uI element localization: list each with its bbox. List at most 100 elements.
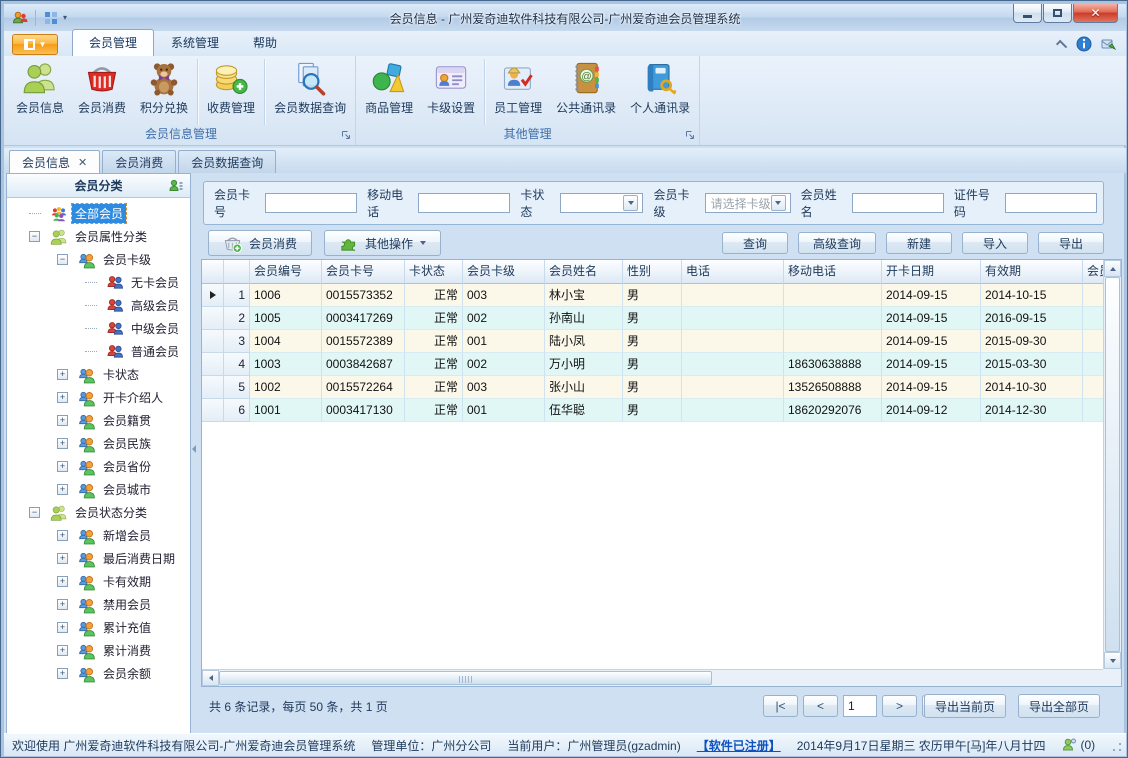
tree-expander[interactable]: + xyxy=(55,530,78,541)
filter-input-会员卡号[interactable] xyxy=(265,193,358,213)
tree-item-会员状态分类[interactable]: − 会员状态分类 xyxy=(7,501,190,524)
column-header-有效期[interactable]: 有效期 xyxy=(981,260,1083,284)
tree-expander[interactable]: + xyxy=(55,484,78,495)
scroll-down-button[interactable] xyxy=(1104,652,1121,669)
tree-item-新增会员[interactable]: + 新增会员 xyxy=(7,524,190,547)
collapse-node-icon[interactable]: − xyxy=(57,254,68,265)
column-header-会员卡级[interactable]: 会员卡级 xyxy=(463,260,545,284)
ribbon-tab-帮助[interactable]: 帮助 xyxy=(236,29,294,56)
expand-node-icon[interactable]: + xyxy=(57,369,68,380)
tree-expander[interactable]: − xyxy=(27,507,50,518)
action-button-导出[interactable]: 导出 xyxy=(1038,232,1104,254)
tree-item-会员省份[interactable]: + 会员省份 xyxy=(7,455,190,478)
user-list-icon[interactable] xyxy=(168,178,184,194)
tree-expander[interactable]: + xyxy=(55,599,78,610)
tree-expander[interactable]: + xyxy=(55,369,78,380)
tree-expander[interactable]: + xyxy=(55,415,78,426)
column-header-电话[interactable]: 电话 xyxy=(682,260,784,284)
feedback-icon[interactable] xyxy=(1100,36,1117,52)
page-number-input[interactable] xyxy=(843,695,877,717)
filter-input-会员姓名[interactable] xyxy=(851,193,944,213)
expand-node-icon[interactable]: + xyxy=(57,645,68,656)
table-row[interactable]: 5 1002 0015572264 正常 003 张小山男 13526508888 2014-… xyxy=(202,376,1103,399)
filter-input-证件号码[interactable] xyxy=(1005,193,1097,213)
tree-expander[interactable]: + xyxy=(55,668,78,679)
expand-node-icon[interactable]: + xyxy=(57,668,68,679)
ribbon-button-卡级设置[interactable]: 卡级设置 xyxy=(420,57,482,127)
action-button-查询[interactable]: 查询 xyxy=(721,232,788,254)
tree-item-累计充值[interactable]: + 累计充值 xyxy=(7,616,190,639)
splitter-collapse-arrow[interactable] xyxy=(192,445,196,453)
tree-expander[interactable]: + xyxy=(55,553,78,564)
table-row[interactable]: 2 1005 0003417269 正常 002 孙南山男 2014-09-15 2016-0… xyxy=(202,307,1103,330)
column-header-移动电话[interactable]: 移动电话 xyxy=(784,260,882,284)
column-header-性别[interactable]: 性别 xyxy=(623,260,682,284)
export-all-pages-button[interactable]: 导出全部页 xyxy=(1018,694,1101,718)
expand-node-icon[interactable]: + xyxy=(57,622,68,633)
expand-node-icon[interactable]: + xyxy=(57,530,68,541)
resize-grip[interactable] xyxy=(1112,742,1122,752)
expand-node-icon[interactable]: + xyxy=(57,461,68,472)
chevron-down-icon[interactable] xyxy=(770,195,786,211)
action-button-新建[interactable]: 新建 xyxy=(886,232,952,254)
vertical-scrollbar[interactable] xyxy=(1103,260,1121,669)
column-header-会员卡号[interactable]: 会员卡号 xyxy=(322,260,405,284)
tree-item-中级会员[interactable]: 中级会员 xyxy=(7,317,190,340)
scroll-up-button[interactable] xyxy=(1104,260,1121,277)
table-row[interactable]: 3 1004 0015572389 正常 001 陆小凤男 2014-09-15 2015-0… xyxy=(202,330,1103,353)
column-header-卡状态[interactable]: 卡状态 xyxy=(405,260,463,284)
horizontal-scroll-thumb[interactable] xyxy=(219,671,712,685)
expand-node-icon[interactable]: + xyxy=(57,576,68,587)
expand-node-icon[interactable]: + xyxy=(57,392,68,403)
column-header-会员姓名[interactable]: 会员姓名 xyxy=(545,260,623,284)
tree-item-卡有效期[interactable]: + 卡有效期 xyxy=(7,570,190,593)
tree-item-全部会员[interactable]: 全部会员 xyxy=(7,202,190,225)
table-row[interactable]: 6 1001 0003417130 正常 001 伍华聪男 18620292076 2014-… xyxy=(202,399,1103,422)
chevron-down-icon[interactable] xyxy=(623,195,639,211)
collapse-node-icon[interactable]: − xyxy=(29,231,40,242)
tree-expander[interactable]: − xyxy=(27,231,50,242)
tree-expander[interactable]: − xyxy=(55,254,78,265)
ribbon-button-商品管理[interactable]: 商品管理 xyxy=(358,57,420,127)
expand-node-icon[interactable]: + xyxy=(57,415,68,426)
tree-item-会员城市[interactable]: + 会员城市 xyxy=(7,478,190,501)
filter-select-会员卡级[interactable]: 请选择卡级 xyxy=(704,193,791,213)
dialog-launcher-icon[interactable] xyxy=(685,130,696,141)
tree-item-累计消费[interactable]: + 累计消费 xyxy=(7,639,190,662)
tree-item-会员属性分类[interactable]: − 会员属性分类 xyxy=(7,225,190,248)
expand-node-icon[interactable]: + xyxy=(57,553,68,564)
registered-link[interactable]: 【软件已注册】 xyxy=(697,737,781,754)
prev-page-button[interactable]: < xyxy=(803,695,838,717)
ribbon-button-积分兑换[interactable]: 积分兑换 xyxy=(133,57,195,127)
tree-expander[interactable]: + xyxy=(55,438,78,449)
tree-item-最后消费日期[interactable]: + 最后消费日期 xyxy=(7,547,190,570)
ribbon-button-个人通讯录[interactable]: 个人通讯录 xyxy=(623,57,697,127)
tree-item-开卡介绍人[interactable]: + 开卡介绍人 xyxy=(7,386,190,409)
tree-item-会员籍贯[interactable]: + 会员籍贯 xyxy=(7,409,190,432)
tree-item-无卡会员[interactable]: 无卡会员 xyxy=(7,271,190,294)
ribbon-button-公共通讯录[interactable]: @ 公共通讯录 xyxy=(549,57,623,127)
ribbon-button-员工管理[interactable]: 员工管理 xyxy=(487,57,549,127)
tree-item-卡状态[interactable]: + 卡状态 xyxy=(7,363,190,386)
tree-expander[interactable]: + xyxy=(55,622,78,633)
ribbon-button-收费管理[interactable]: 收费管理 xyxy=(200,57,262,127)
first-page-button[interactable]: |< xyxy=(763,695,798,717)
scroll-left-button[interactable] xyxy=(202,670,219,686)
filter-input-移动电话[interactable] xyxy=(418,193,511,213)
action-button-导入[interactable]: 导入 xyxy=(962,232,1028,254)
ribbon-tab-系统管理[interactable]: 系统管理 xyxy=(154,29,236,56)
info-icon[interactable] xyxy=(1076,36,1092,52)
tree-item-禁用会员[interactable]: + 禁用会员 xyxy=(7,593,190,616)
export-current-page-button[interactable]: 导出当前页 xyxy=(924,694,1007,718)
doc-tab-会员消费[interactable]: 会员消费 xyxy=(102,150,177,173)
dialog-launcher-icon[interactable] xyxy=(341,130,352,141)
vertical-scroll-thumb[interactable] xyxy=(1105,277,1120,652)
table-row[interactable]: 4 1003 0003842687 正常 002 万小明男 18630638888 2014-… xyxy=(202,353,1103,376)
collapse-ribbon-icon[interactable] xyxy=(1055,39,1068,52)
tree-item-会员民族[interactable]: + 会员民族 xyxy=(7,432,190,455)
expand-node-icon[interactable]: + xyxy=(57,599,68,610)
filter-select-卡状态[interactable] xyxy=(560,193,644,213)
ribbon-button-会员消费[interactable]: 会员消费 xyxy=(71,57,133,127)
ribbon-button-会员数据查询[interactable]: 会员数据查询 xyxy=(267,57,353,127)
column-header-会员编号[interactable]: 会员编号 xyxy=(250,260,322,284)
